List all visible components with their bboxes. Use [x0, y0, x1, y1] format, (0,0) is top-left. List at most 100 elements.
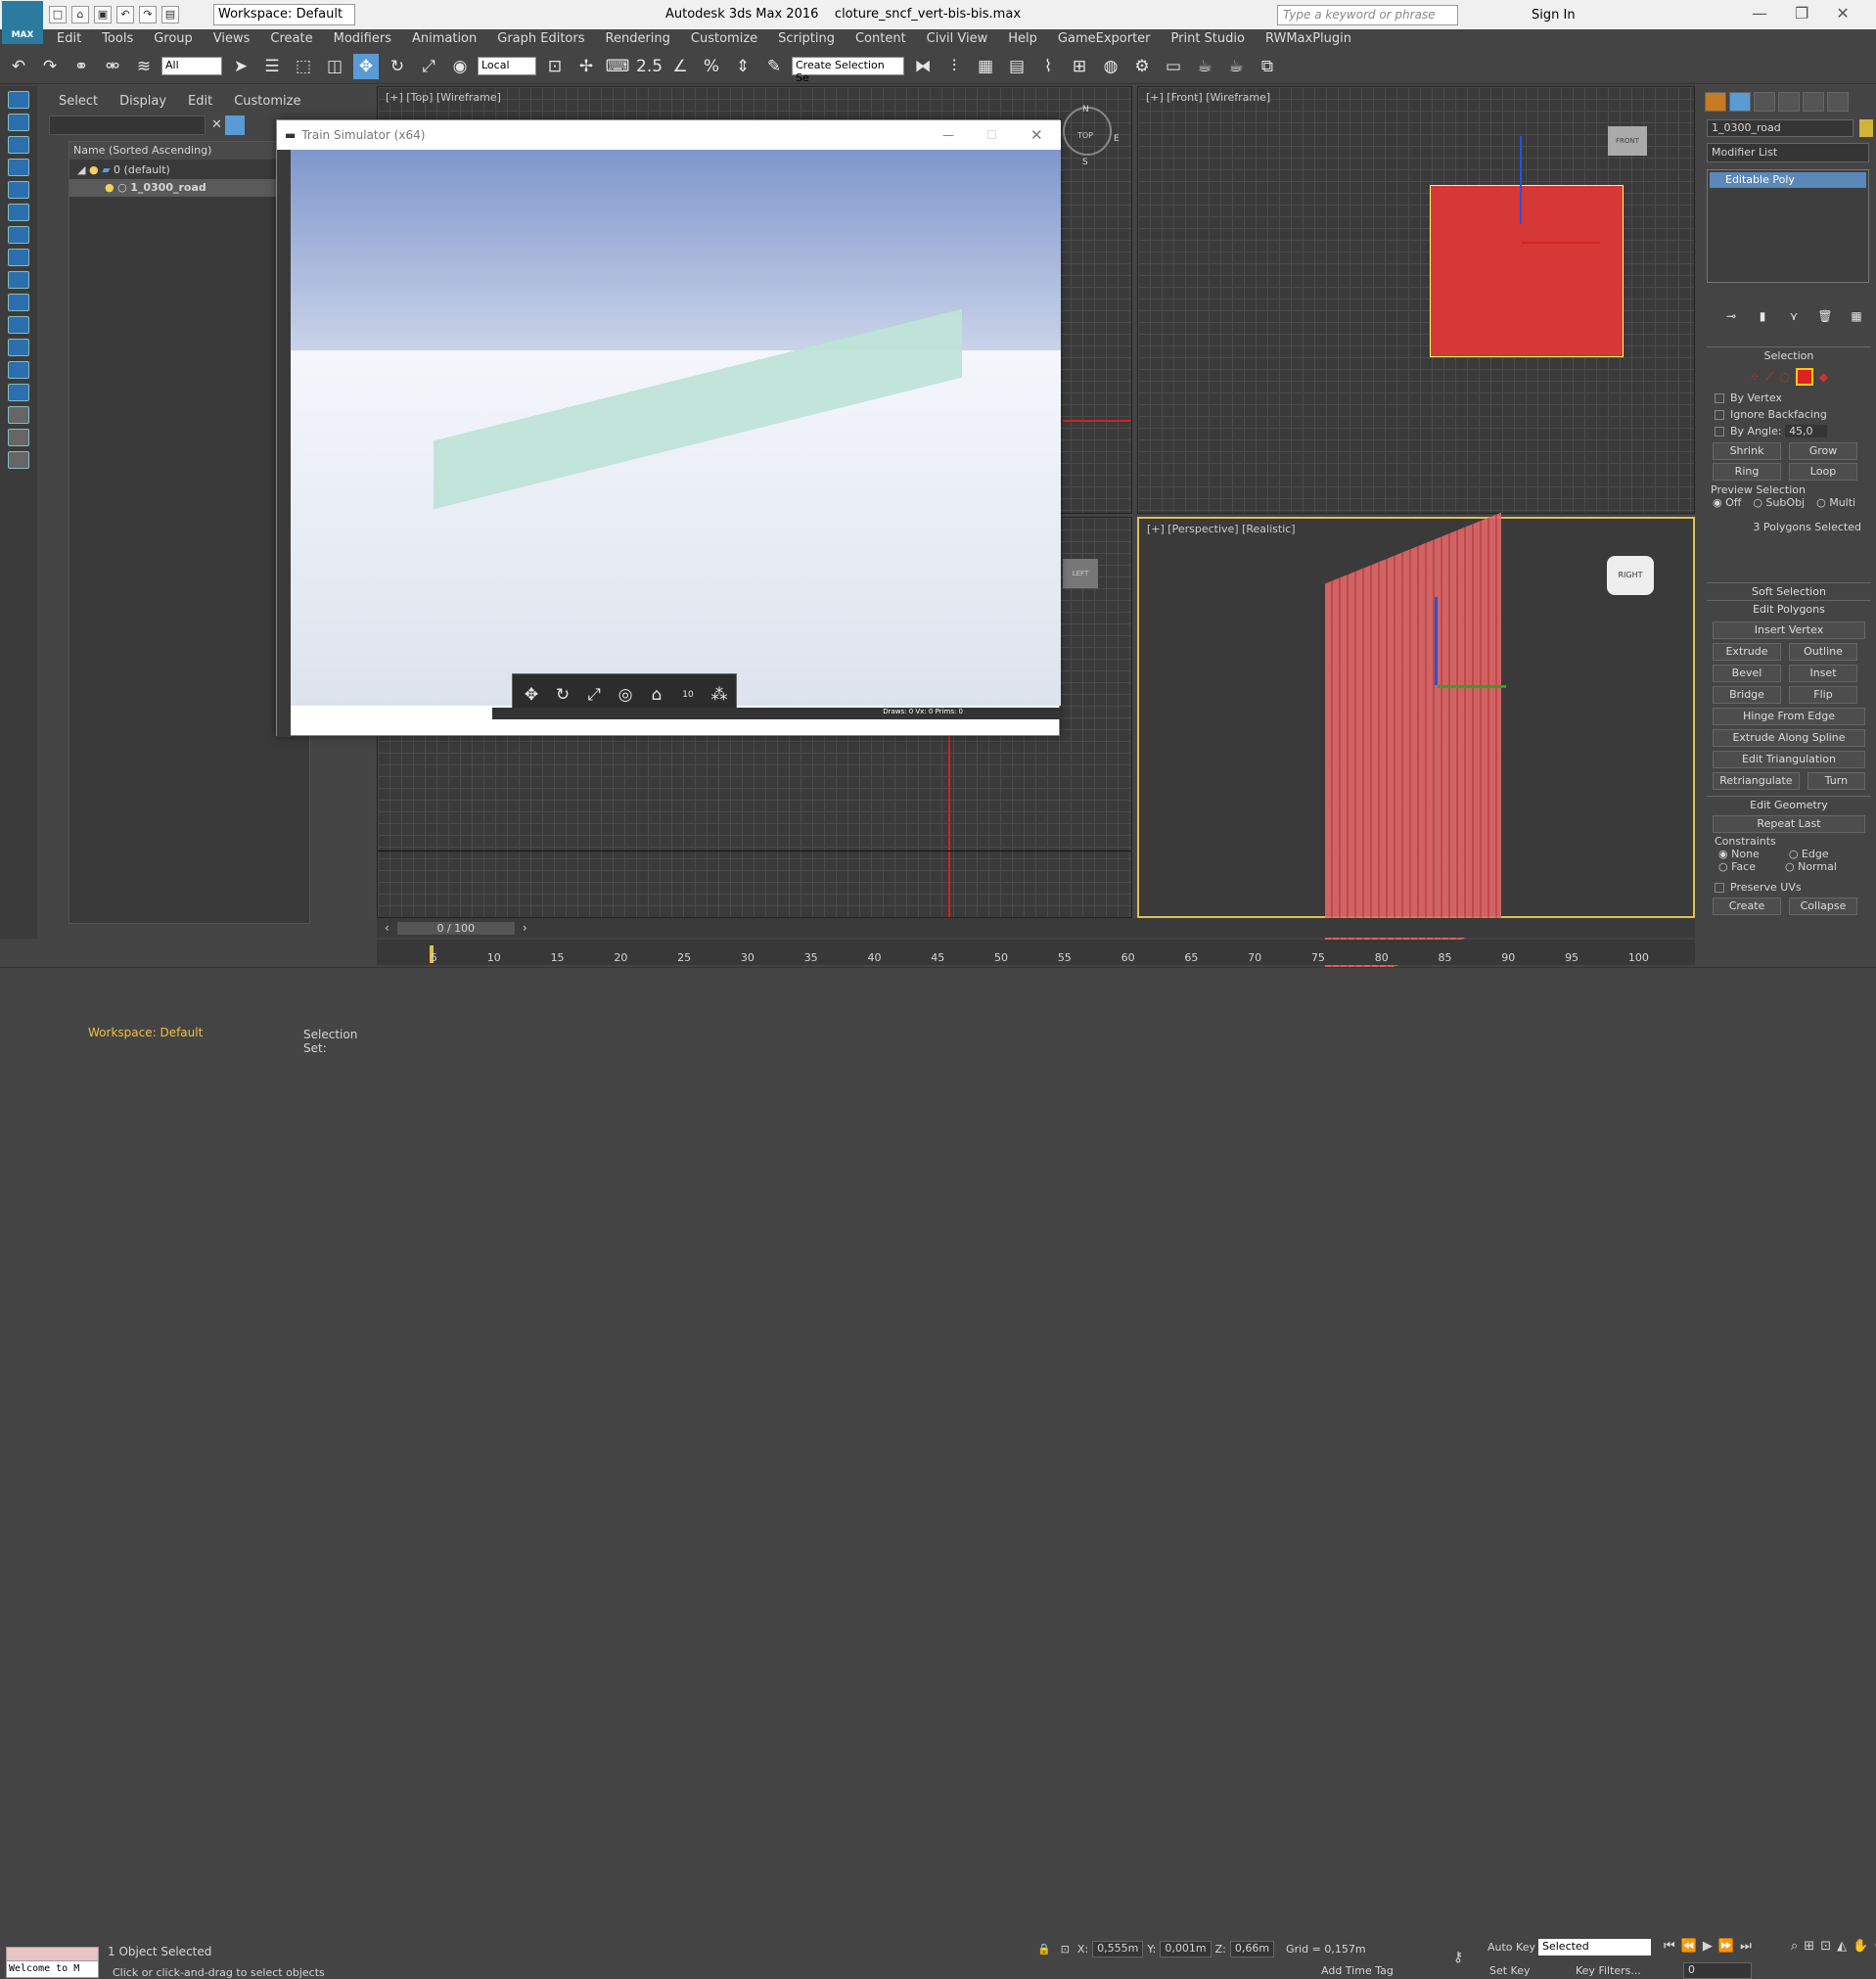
insert-vertex-button[interactable]: Insert Vertex — [1713, 621, 1865, 639]
preview-subobj-radio[interactable]: ○ SubObj — [1753, 496, 1805, 509]
minimize-icon[interactable]: — — [942, 128, 954, 142]
reference-coordinate-dropdown[interactable]: Local — [478, 57, 536, 75]
select-object-icon[interactable]: ➤ — [228, 54, 253, 79]
configure-modifier-sets-icon[interactable]: ▦ — [1844, 303, 1869, 329]
clear-search-icon[interactable]: ✕ — [211, 117, 222, 132]
constraint-edge-radio[interactable]: ○ Edge — [1789, 848, 1829, 860]
preview-multi-radio[interactable]: ○ Multi — [1816, 496, 1855, 509]
x-coordinate-field[interactable]: 0,555m — [1092, 1941, 1144, 1957]
train-simulator-window[interactable]: ▬ Train Simulator (x64) — ☐ ✕ ✥ ↻ ⤢ ◎ ⌂ … — [276, 119, 1061, 737]
selected-object-front[interactable] — [1430, 185, 1624, 357]
object-name-field[interactable]: 1_0300_road — [1707, 119, 1853, 137]
key-mode-dropdown[interactable]: Selected — [1538, 1939, 1651, 1956]
lightbulb-icon[interactable]: ● — [89, 163, 99, 176]
maxscript-listener-input[interactable]: Welcome to M — [6, 1960, 99, 1978]
rollout-header-edit-geometry[interactable]: Edit Geometry — [1707, 796, 1871, 813]
extrude-along-spline-button[interactable]: Extrude Along Spline — [1713, 729, 1865, 747]
material-editor-icon[interactable]: ◍ — [1098, 54, 1123, 79]
open-file-icon[interactable]: ⌂ — [71, 6, 89, 23]
pan-icon[interactable]: ✋ — [1853, 1939, 1868, 1954]
snaps-toggle-icon[interactable]: 2.5 — [636, 54, 663, 79]
options-tool-icon[interactable]: ⁂ — [707, 682, 732, 708]
render-setup-icon[interactable]: ⚙ — [1129, 54, 1155, 79]
menu-rendering[interactable]: Rendering — [606, 29, 670, 49]
render-production-icon[interactable]: ☕ — [1192, 54, 1217, 79]
viewcube[interactable]: LEFT — [1063, 559, 1098, 588]
new-file-icon[interactable]: □ — [49, 6, 67, 23]
render-iterative-icon[interactable]: ☕ — [1223, 54, 1249, 79]
angle-snap-icon[interactable]: ∠ — [667, 54, 693, 79]
remove-modifier-icon[interactable]: 🗑 — [1812, 303, 1838, 329]
curve-editor-icon[interactable]: ⌇ — [1035, 54, 1061, 79]
angle-field[interactable]: 45,0 — [1785, 425, 1827, 437]
tab-display[interactable]: Display — [119, 94, 166, 109]
auto-key-button[interactable]: Auto Key — [1487, 1941, 1535, 1954]
edit-named-selection-icon[interactable]: ✎ — [761, 54, 787, 79]
y-coordinate-field[interactable]: 0,001m — [1160, 1941, 1212, 1957]
viewport-label[interactable]: [+] [Front] [Wireframe] — [1146, 91, 1270, 104]
align-icon[interactable]: ⫶ — [941, 54, 967, 79]
viewcube-label[interactable]: TOP — [1077, 131, 1093, 140]
modify-tab-icon[interactable] — [1729, 92, 1751, 112]
minimize-icon[interactable]: — — [1752, 4, 1767, 23]
modifier-list-dropdown[interactable]: Modifier List — [1707, 143, 1869, 162]
go-to-end-icon[interactable]: ⏭ — [1740, 1939, 1752, 1954]
key-filters-button[interactable]: Key Filters... — [1576, 1964, 1641, 1977]
percent-snap-icon[interactable]: % — [699, 54, 724, 79]
zoom-extents-icon[interactable]: ⊡ — [1820, 1939, 1831, 1954]
constraint-face-radio[interactable]: ○ Face — [1718, 860, 1756, 873]
vertex-level-icon[interactable]: ⁘ — [1750, 370, 1760, 384]
move-tool-icon[interactable]: ✥ — [519, 682, 544, 708]
edit-triangulation-button[interactable]: Edit Triangulation — [1713, 751, 1865, 768]
manipulate-icon[interactable]: ✢ — [573, 54, 599, 79]
select-and-rotate-icon[interactable]: ↻ — [385, 54, 410, 79]
show-end-result-icon[interactable]: ▮ — [1750, 303, 1775, 329]
find-filter-icon[interactable] — [225, 115, 245, 135]
render-in-cloud-icon[interactable]: ⧉ — [1255, 54, 1280, 79]
viewport-perspective[interactable]: [+] [Perspective] [Realistic] RIGHT — [1137, 512, 1695, 995]
display-lights-icon[interactable] — [8, 159, 29, 176]
menu-graph-editors[interactable]: Graph Editors — [497, 29, 584, 49]
sign-in-button[interactable]: Sign In — [1532, 8, 1576, 23]
schematic-view-icon[interactable]: ⊞ — [1067, 54, 1092, 79]
gizmo-y-axis[interactable] — [1438, 685, 1506, 688]
time-slider[interactable]: ‹ 0 / 100 › — [377, 918, 1695, 938]
absolute-mode-icon[interactable]: ⊡ — [1061, 1943, 1070, 1956]
display-frozen-icon[interactable] — [8, 339, 29, 356]
menu-rwmaxplugin[interactable]: RWMaxPlugin — [1265, 29, 1351, 49]
by-angle-checkbox[interactable]: By Angle: 45,0 — [1707, 423, 1871, 439]
list-item[interactable]: ◢ ● ▰ 0 (default) — [69, 161, 311, 179]
set-key-button[interactable]: Set Key — [1489, 1964, 1531, 1977]
layer-icon[interactable] — [8, 451, 29, 469]
display-hidden-icon[interactable] — [8, 361, 29, 379]
create-button[interactable]: Create — [1713, 897, 1781, 915]
camera-tool-icon[interactable]: ◎ — [613, 682, 638, 708]
gizmo-z-axis[interactable] — [1435, 597, 1438, 685]
close-window-icon[interactable]: ✕ — [1836, 4, 1849, 23]
time-slider-thumb[interactable]: 0 / 100 — [396, 921, 515, 935]
turn-button[interactable]: Turn — [1807, 772, 1865, 790]
time-slider-next-icon[interactable]: › — [523, 921, 527, 935]
save-icon[interactable]: ▣ — [94, 6, 112, 23]
display-bones-icon[interactable] — [8, 294, 29, 311]
extrude-button[interactable]: Extrude — [1713, 643, 1781, 661]
menu-game-exporter[interactable]: GameExporter — [1058, 29, 1151, 49]
constraint-none-radio[interactable]: ◉ None — [1718, 848, 1760, 860]
list-item[interactable]: ● ○ 1_0300_road Fr — [69, 179, 311, 197]
link-icon[interactable]: ⚭ — [69, 54, 94, 79]
menu-tools[interactable]: Tools — [102, 29, 133, 49]
next-frame-icon[interactable]: ⏩ — [1718, 1939, 1734, 1954]
keyboard-shortcut-override-icon[interactable]: ⌨ — [605, 54, 630, 79]
workspace-selector[interactable]: Workspace: Default — [88, 1026, 245, 1045]
lightbulb-icon[interactable]: ● — [105, 181, 114, 194]
inset-button[interactable]: Inset — [1789, 665, 1857, 682]
display-geometry-icon[interactable] — [8, 114, 29, 131]
z-coordinate-field[interactable]: 0,66m — [1229, 1941, 1275, 1957]
app-logo[interactable]: MAX — [2, 1, 43, 44]
menu-civil-view[interactable]: Civil View — [927, 29, 988, 49]
select-and-move-icon[interactable]: ✥ — [353, 53, 379, 79]
hierarchy-tab-icon[interactable] — [1754, 92, 1775, 112]
column-header-name[interactable]: Name (Sorted Ascending) — [69, 142, 311, 160]
rectangular-selection-icon[interactable]: ⬚ — [291, 54, 316, 79]
rollout-header-soft-selection[interactable]: Soft Selection — [1707, 582, 1871, 600]
